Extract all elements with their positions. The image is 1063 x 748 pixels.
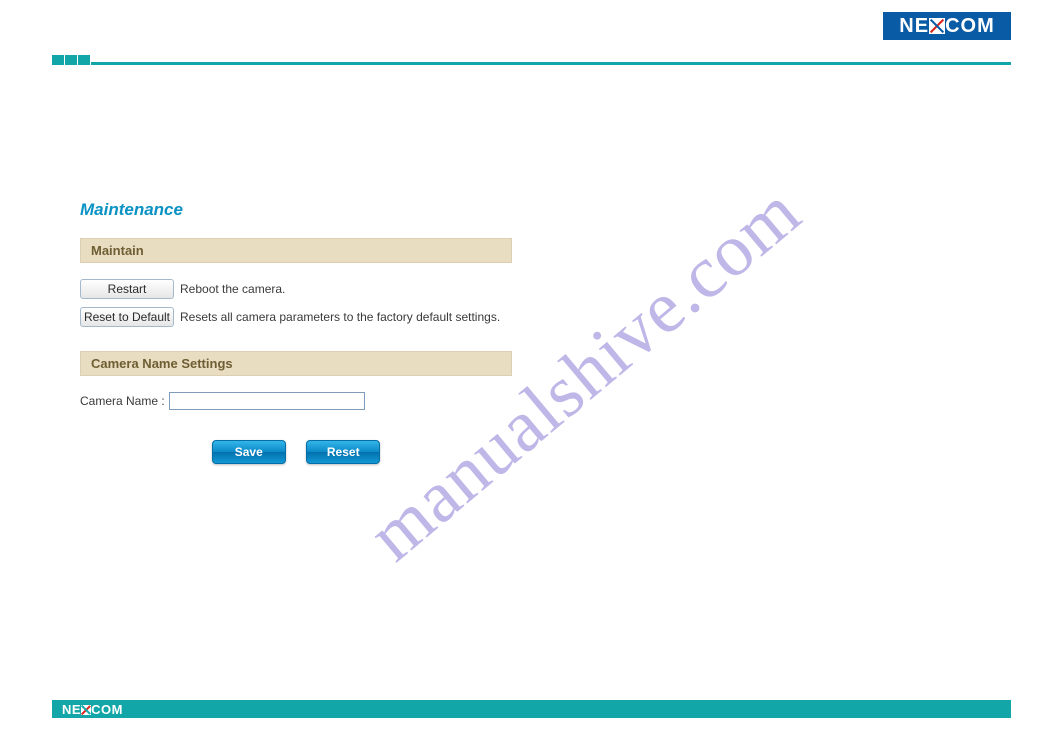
restart-button[interactable]: Restart [80,279,174,299]
decor-block [78,55,90,65]
footer-decor [994,710,1011,727]
action-row: Save Reset [80,440,512,464]
camera-name-label: Camera Name : [80,394,165,408]
camera-name-row: Camera Name : [80,392,512,410]
save-button[interactable]: Save [212,440,286,464]
brand-logo-top [883,12,1011,40]
page-title: Maintenance [80,200,512,220]
footer-bar: NECOM [52,700,1011,718]
decor-block [65,55,77,65]
decor-block [52,55,64,65]
reset-default-desc: Resets all camera parameters to the fact… [180,310,500,324]
restart-desc: Reboot the camera. [180,282,285,296]
header-bar [52,55,1011,65]
footer-brand: NECOM [62,702,123,717]
reset-default-row: Reset to Default Resets all camera param… [80,307,512,327]
logo-x-icon [929,18,945,34]
reset-button[interactable]: Reset [306,440,380,464]
reset-default-button[interactable]: Reset to Default [80,307,174,327]
section-header-maintain: Maintain [80,238,512,263]
content-area: Maintenance Maintain Restart Reboot the … [80,200,512,464]
header-rule [91,62,1011,65]
camera-name-input[interactable] [169,392,365,410]
restart-row: Restart Reboot the camera. [80,279,512,299]
section-header-camera-name: Camera Name Settings [80,351,512,376]
brand-logo-text [899,15,994,38]
footer-x-icon [81,705,91,715]
